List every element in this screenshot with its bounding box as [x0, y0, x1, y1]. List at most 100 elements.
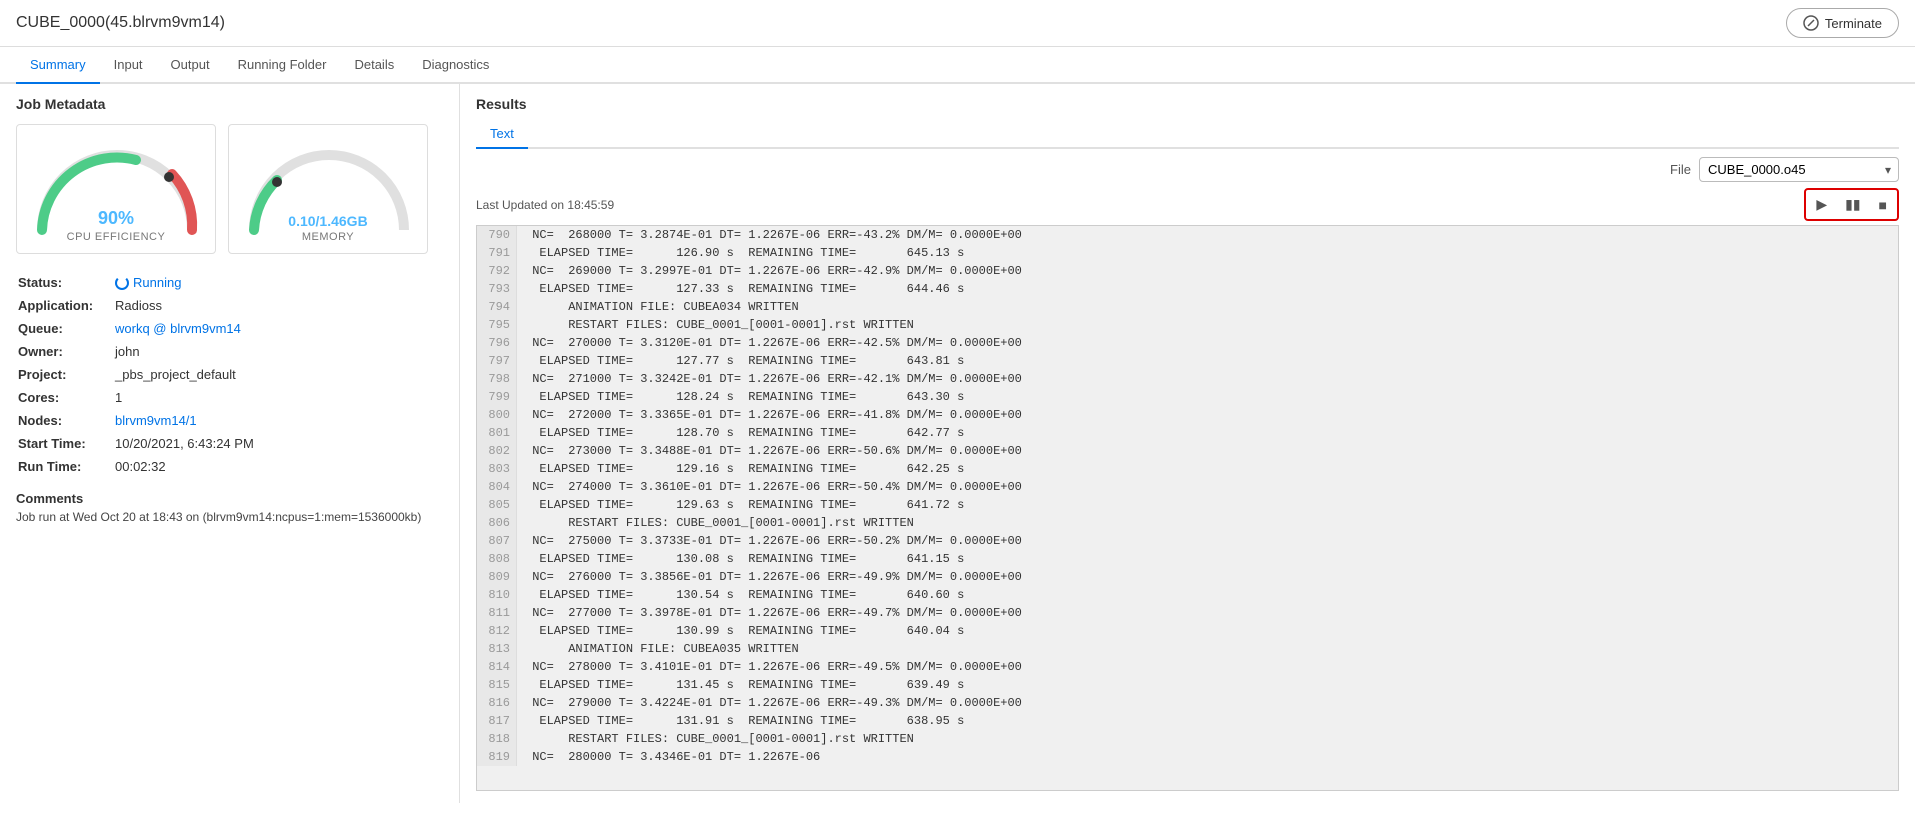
output-line: 810 ELAPSED TIME= 130.54 s REMAINING TIM…	[477, 586, 1898, 604]
main-content: Job Metadata 90% CPU EFFICIENCY	[0, 84, 1915, 803]
metadata-val-project: _pbs_project_default	[115, 364, 441, 385]
stop-button[interactable]: ■	[1871, 192, 1895, 217]
output-line: 805 ELAPSED TIME= 129.63 s REMAINING TIM…	[477, 496, 1898, 514]
output-line: 809 NC= 276000 T= 3.3856E-01 DT= 1.2267E…	[477, 568, 1898, 586]
line-number: 804	[477, 478, 517, 496]
comments-section: Comments Job run at Wed Oct 20 at 18:43 …	[16, 491, 443, 524]
output-line: 795 RESTART FILES: CUBE_0001_[0001-0001]…	[477, 316, 1898, 334]
last-updated: Last Updated on 18:45:59	[476, 198, 614, 212]
line-content: NC= 279000 T= 3.4224E-01 DT= 1.2267E-06 …	[517, 694, 1898, 712]
terminate-icon	[1803, 15, 1819, 31]
line-content: NC= 274000 T= 3.3610E-01 DT= 1.2267E-06 …	[517, 478, 1898, 496]
line-number: 805	[477, 496, 517, 514]
top-bar: CUBE_0000(45.blrvm9vm14) Terminate	[0, 0, 1915, 47]
tab-details[interactable]: Details	[340, 47, 408, 84]
cpu-gauge-label: CPU EFFICIENCY	[67, 231, 166, 243]
line-number: 790	[477, 226, 517, 244]
line-number: 799	[477, 388, 517, 406]
line-content: NC= 273000 T= 3.3488E-01 DT= 1.2267E-06 …	[517, 442, 1898, 460]
output-line: 802 NC= 273000 T= 3.3488E-01 DT= 1.2267E…	[477, 442, 1898, 460]
line-number: 801	[477, 424, 517, 442]
tab-running-folder[interactable]: Running Folder	[224, 47, 341, 84]
metadata-key-status: Status:	[18, 272, 113, 293]
line-number: 818	[477, 730, 517, 748]
output-line: 798 NC= 271000 T= 3.3242E-01 DT= 1.2267E…	[477, 370, 1898, 388]
output-line: 796 NC= 270000 T= 3.3120E-01 DT= 1.2267E…	[477, 334, 1898, 352]
line-content: ELAPSED TIME= 130.54 s REMAINING TIME= 6…	[517, 586, 1898, 604]
pause-button[interactable]: ▮▮	[1837, 192, 1868, 217]
metadata-val-cores: 1	[115, 387, 441, 408]
output-line: 812 ELAPSED TIME= 130.99 s REMAINING TIM…	[477, 622, 1898, 640]
metadata-row-project: Project: _pbs_project_default	[18, 364, 441, 385]
metadata-row-nodes: Nodes: blrvm9vm14/1	[18, 410, 441, 431]
playback-controls: ▶ ▮▮ ■	[1804, 188, 1899, 221]
line-content: ELAPSED TIME= 130.99 s REMAINING TIME= 6…	[517, 622, 1898, 640]
text-output-inner: 790 NC= 268000 T= 3.2874E-01 DT= 1.2267E…	[477, 226, 1898, 766]
metadata-val-application: Radioss	[115, 295, 441, 316]
line-content: RESTART FILES: CUBE_0001_[0001-0001].rst…	[517, 514, 1898, 532]
output-line: 800 NC= 272000 T= 3.3365E-01 DT= 1.2267E…	[477, 406, 1898, 424]
output-line: 818 RESTART FILES: CUBE_0001_[0001-0001]…	[477, 730, 1898, 748]
file-label: File	[1670, 162, 1691, 177]
line-number: 813	[477, 640, 517, 658]
output-line: 790 NC= 268000 T= 3.2874E-01 DT= 1.2267E…	[477, 226, 1898, 244]
right-panel: Results Text File CUBE_0000.o45 Last Upd…	[460, 84, 1915, 803]
metadata-key-cores: Cores:	[18, 387, 113, 408]
play-button[interactable]: ▶	[1808, 192, 1835, 217]
results-tab-text[interactable]: Text	[476, 120, 528, 149]
line-number: 792	[477, 262, 517, 280]
tab-summary[interactable]: Summary	[16, 47, 100, 84]
metadata-row-application: Application: Radioss	[18, 295, 441, 316]
comments-title: Comments	[16, 491, 443, 506]
metadata-val-queue[interactable]: workq @ blrvm9vm14	[115, 321, 241, 336]
tab-input[interactable]: Input	[100, 47, 157, 84]
metadata-key-owner: Owner:	[18, 341, 113, 362]
line-number: 817	[477, 712, 517, 730]
output-line: 816 NC= 279000 T= 3.4224E-01 DT= 1.2267E…	[477, 694, 1898, 712]
output-line: 807 NC= 275000 T= 3.3733E-01 DT= 1.2267E…	[477, 532, 1898, 550]
cpu-gauge-card: 90% CPU EFFICIENCY	[16, 124, 216, 254]
output-line: 806 RESTART FILES: CUBE_0001_[0001-0001]…	[477, 514, 1898, 532]
output-line: 804 NC= 274000 T= 3.3610E-01 DT= 1.2267E…	[477, 478, 1898, 496]
cpu-gauge-value: 90%	[98, 208, 134, 229]
line-number: 798	[477, 370, 517, 388]
line-number: 815	[477, 676, 517, 694]
line-content: ELAPSED TIME= 126.90 s REMAINING TIME= 6…	[517, 244, 1898, 262]
text-output[interactable]: 790 NC= 268000 T= 3.2874E-01 DT= 1.2267E…	[476, 225, 1899, 791]
line-number: 795	[477, 316, 517, 334]
output-line: 808 ELAPSED TIME= 130.08 s REMAINING TIM…	[477, 550, 1898, 568]
line-content: ANIMATION FILE: CUBEA035 WRITTEN	[517, 640, 1898, 658]
controls-row: Last Updated on 18:45:59 ▶ ▮▮ ■	[476, 188, 1899, 221]
metadata-key-start-time: Start Time:	[18, 433, 113, 454]
line-number: 819	[477, 748, 517, 766]
output-line: 794 ANIMATION FILE: CUBEA034 WRITTEN	[477, 298, 1898, 316]
line-content: RESTART FILES: CUBE_0001_[0001-0001].rst…	[517, 730, 1898, 748]
line-number: 808	[477, 550, 517, 568]
metadata-row-queue: Queue: workq @ blrvm9vm14	[18, 318, 441, 339]
results-title: Results	[476, 96, 1899, 112]
tab-output[interactable]: Output	[157, 47, 224, 84]
output-line: 793 ELAPSED TIME= 127.33 s REMAINING TIM…	[477, 280, 1898, 298]
line-number: 793	[477, 280, 517, 298]
tab-diagnostics[interactable]: Diagnostics	[408, 47, 503, 84]
line-content: NC= 277000 T= 3.3978E-01 DT= 1.2267E-06 …	[517, 604, 1898, 622]
app-title: CUBE_0000(45.blrvm9vm14)	[16, 14, 225, 32]
metadata-key-nodes: Nodes:	[18, 410, 113, 431]
metadata-val-start-time: 10/20/2021, 6:43:24 PM	[115, 433, 441, 454]
output-line: 811 NC= 277000 T= 3.3978E-01 DT= 1.2267E…	[477, 604, 1898, 622]
output-line: 801 ELAPSED TIME= 128.70 s REMAINING TIM…	[477, 424, 1898, 442]
memory-gauge-value: 0.10/1.46GB	[288, 213, 367, 229]
metadata-row-start-time: Start Time: 10/20/2021, 6:43:24 PM	[18, 433, 441, 454]
output-line: 803 ELAPSED TIME= 129.16 s REMAINING TIM…	[477, 460, 1898, 478]
line-number: 816	[477, 694, 517, 712]
line-number: 797	[477, 352, 517, 370]
terminate-button[interactable]: Terminate	[1786, 8, 1899, 38]
metadata-val-nodes[interactable]: blrvm9vm14/1	[115, 413, 197, 428]
metadata-val-status: Running	[115, 272, 441, 293]
line-number: 803	[477, 460, 517, 478]
output-line: 817 ELAPSED TIME= 131.91 s REMAINING TIM…	[477, 712, 1898, 730]
line-content: NC= 272000 T= 3.3365E-01 DT= 1.2267E-06 …	[517, 406, 1898, 424]
metadata-key-run-time: Run Time:	[18, 456, 113, 477]
line-content: ELAPSED TIME= 127.33 s REMAINING TIME= 6…	[517, 280, 1898, 298]
file-select[interactable]: CUBE_0000.o45	[1699, 157, 1899, 182]
